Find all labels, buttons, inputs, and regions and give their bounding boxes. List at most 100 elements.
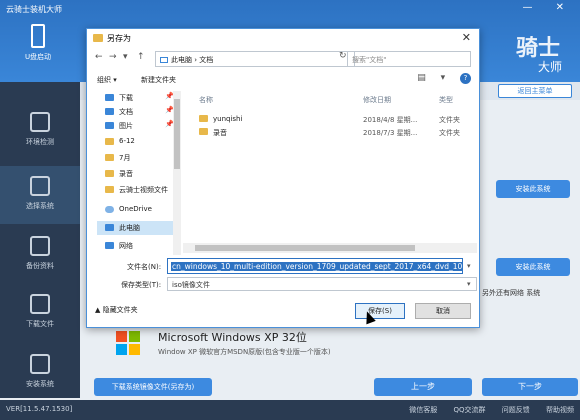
sidebar-item-label: 环境检测	[26, 138, 54, 146]
install-system-button-2[interactable]: 安装此系统	[496, 258, 570, 276]
previous-step-button[interactable]: 上一步	[374, 378, 472, 396]
install-system-button-1[interactable]: 安装此系统	[496, 180, 570, 198]
nav-item-this-pc[interactable]: 此电脑	[97, 221, 177, 235]
help-icon[interactable]: ?	[460, 73, 471, 84]
sidebar-item-download[interactable]: 下载文件	[0, 284, 80, 342]
download-image-button[interactable]: 下载系统镜像文件(另存为)	[94, 378, 212, 396]
nav-item-recordings[interactable]: 录音	[97, 167, 177, 181]
version-label: VER[11.5.47.1530]	[6, 405, 73, 413]
address-bar[interactable]: 此电脑 › 文档	[155, 51, 355, 67]
sidebar-item-label: 备份资料	[26, 262, 54, 270]
column-date[interactable]: 修改日期	[363, 95, 391, 105]
forward-arrow-icon[interactable]: →	[109, 52, 117, 62]
filename-value: cn_windows_10_multi-edition_version_1709…	[171, 262, 462, 271]
sidebar-item-label: 安装系统	[26, 380, 54, 388]
nav-item-documents[interactable]: 文档 📌	[97, 105, 177, 119]
up-arrow-icon[interactable]: ↑	[137, 52, 145, 62]
dialog-title: 另存为	[107, 34, 131, 43]
network-note: 另外还有网络 系统	[482, 289, 541, 297]
folder-icon	[105, 170, 114, 177]
scroll-thumb[interactable]	[174, 99, 180, 169]
nav-item-6-12[interactable]: 6-12	[97, 135, 177, 149]
window-controls[interactable]: — ✕	[522, 2, 574, 13]
nav-item-onedrive[interactable]: OneDrive	[97, 203, 177, 217]
document-icon	[105, 108, 114, 115]
sidebar-item-label: 下载文件	[26, 320, 54, 328]
hide-folders-toggle[interactable]: ▲ 隐藏文件夹	[95, 305, 138, 315]
sidebar-item-install[interactable]: 安装系统	[0, 344, 80, 402]
download-icon	[105, 94, 114, 101]
file-list: 名称 修改日期 类型 yunqishi 2018/4/8 星期... 文件夹 录…	[183, 91, 477, 255]
back-to-main-button[interactable]: 返回主菜单	[498, 84, 572, 98]
filetype-label: 保存类型(T):	[121, 281, 162, 289]
column-type[interactable]: 类型	[439, 95, 453, 105]
filename-label: 文件名(N):	[127, 263, 162, 271]
hide-folders-label: 隐藏文件夹	[102, 306, 138, 314]
filename-input[interactable]: cn_windows_10_multi-edition_version_1709…	[167, 258, 463, 274]
nav-item-downloads[interactable]: 下载 📌	[97, 91, 177, 105]
cursor-icon	[30, 176, 50, 196]
monitor-icon	[30, 112, 50, 132]
sidebar: 环境检测 选择系统 备份资料 下载文件 安装系统	[0, 82, 80, 398]
recent-dropdown-icon[interactable]: ▾	[123, 52, 128, 62]
folder-icon	[93, 34, 103, 42]
nav-item-network[interactable]: 网络	[97, 239, 177, 253]
nav-scrollbar[interactable]	[173, 91, 181, 255]
close-icon[interactable]: ✕	[462, 31, 471, 44]
folder-icon	[105, 154, 114, 161]
dialog-titlebar[interactable]: 另存为 ✕	[87, 29, 479, 47]
computer-icon	[105, 224, 114, 231]
feedback-link[interactable]: 问题反馈	[502, 406, 530, 414]
os-list-item[interactable]: Microsoft Windows XP 32位 Window XP 微软官方M…	[110, 325, 560, 365]
column-name[interactable]: 名称	[199, 95, 213, 105]
sidebar-item-select-system[interactable]: 选择系统	[0, 166, 80, 224]
windows-logo-icon	[116, 331, 140, 355]
address-path: 此电脑 › 文档	[171, 56, 214, 64]
scroll-thumb[interactable]	[195, 245, 415, 251]
back-arrow-icon[interactable]: ←	[95, 52, 103, 62]
chevron-down-icon[interactable]: ▾	[467, 280, 471, 288]
search-input[interactable]: 搜索"文档"	[347, 51, 471, 67]
sidebar-item-backup[interactable]: 备份资料	[0, 226, 80, 284]
save-as-dialog: 另存为 ✕ ← → ▾ ↑ 此电脑 › 文档 ↻ 搜索"文档" 组织 ▾ 新建文…	[86, 28, 480, 328]
sidebar-item-label: 选择系统	[26, 202, 54, 210]
status-bar: VER[11.5.47.1530] 微信客服 QQ交流群 问题反馈 帮助视频	[0, 400, 580, 420]
folder-icon	[105, 138, 114, 145]
wechat-support-link[interactable]: 微信客服	[409, 406, 437, 414]
file-row[interactable]: 录音 2018/7/3 星期... 文件夹	[183, 126, 477, 139]
picture-icon	[105, 122, 114, 129]
nav-item-video-files[interactable]: 云骑士视频文件	[97, 183, 177, 197]
save-button[interactable]: 保存(S)	[355, 303, 405, 319]
sidebar-item-env-check[interactable]: 环境检测	[0, 102, 80, 160]
network-icon	[105, 242, 114, 249]
os-name: Microsoft Windows XP 32位	[158, 331, 307, 344]
cancel-button[interactable]: 取消	[415, 303, 471, 319]
cloud-icon	[105, 206, 114, 213]
usb-boot-label: U盘启动	[24, 53, 52, 61]
qq-group-link[interactable]: QQ交流群	[454, 406, 486, 414]
next-step-button[interactable]: 下一步	[482, 378, 578, 396]
help-video-link[interactable]: 帮助视频	[546, 406, 574, 414]
nav-item-pictures[interactable]: 图片 📌	[97, 119, 177, 133]
app-title: 云骑士装机大师	[6, 5, 62, 14]
folder-icon	[199, 115, 208, 122]
bottom-actions: 下载系统镜像文件(另存为) 上一步 下一步	[80, 374, 580, 398]
organize-menu[interactable]: 组织 ▾	[97, 75, 117, 85]
status-links: 微信客服 QQ交流群 问题反馈 帮助视频	[395, 405, 574, 415]
usb-boot-tile[interactable]: U盘启动	[10, 18, 66, 74]
file-hscrollbar[interactable]	[183, 243, 477, 253]
navigation-pane: 下载 📌 文档 📌 图片 📌 6-12 7月 录音 云骑士视频文件 OneDrive …	[97, 91, 179, 255]
database-icon	[30, 236, 50, 256]
wrench-icon	[30, 354, 50, 374]
folder-icon	[199, 128, 208, 135]
computer-icon	[160, 57, 168, 63]
filetype-select[interactable]: iso镜像文件	[167, 277, 477, 291]
refresh-icon[interactable]: ↻	[339, 51, 347, 61]
nav-item-july[interactable]: 7月	[97, 151, 177, 165]
brand-sub: 大师	[537, 60, 562, 74]
chevron-down-icon[interactable]: ▾	[467, 262, 471, 270]
view-controls[interactable]: ▤ ▾ ?	[417, 73, 471, 84]
file-row[interactable]: yunqishi 2018/4/8 星期... 文件夹	[183, 113, 477, 126]
new-folder-button[interactable]: 新建文件夹	[141, 75, 176, 85]
dialog-toolbar: 组织 ▾ 新建文件夹 ▤ ▾ ?	[87, 71, 479, 89]
